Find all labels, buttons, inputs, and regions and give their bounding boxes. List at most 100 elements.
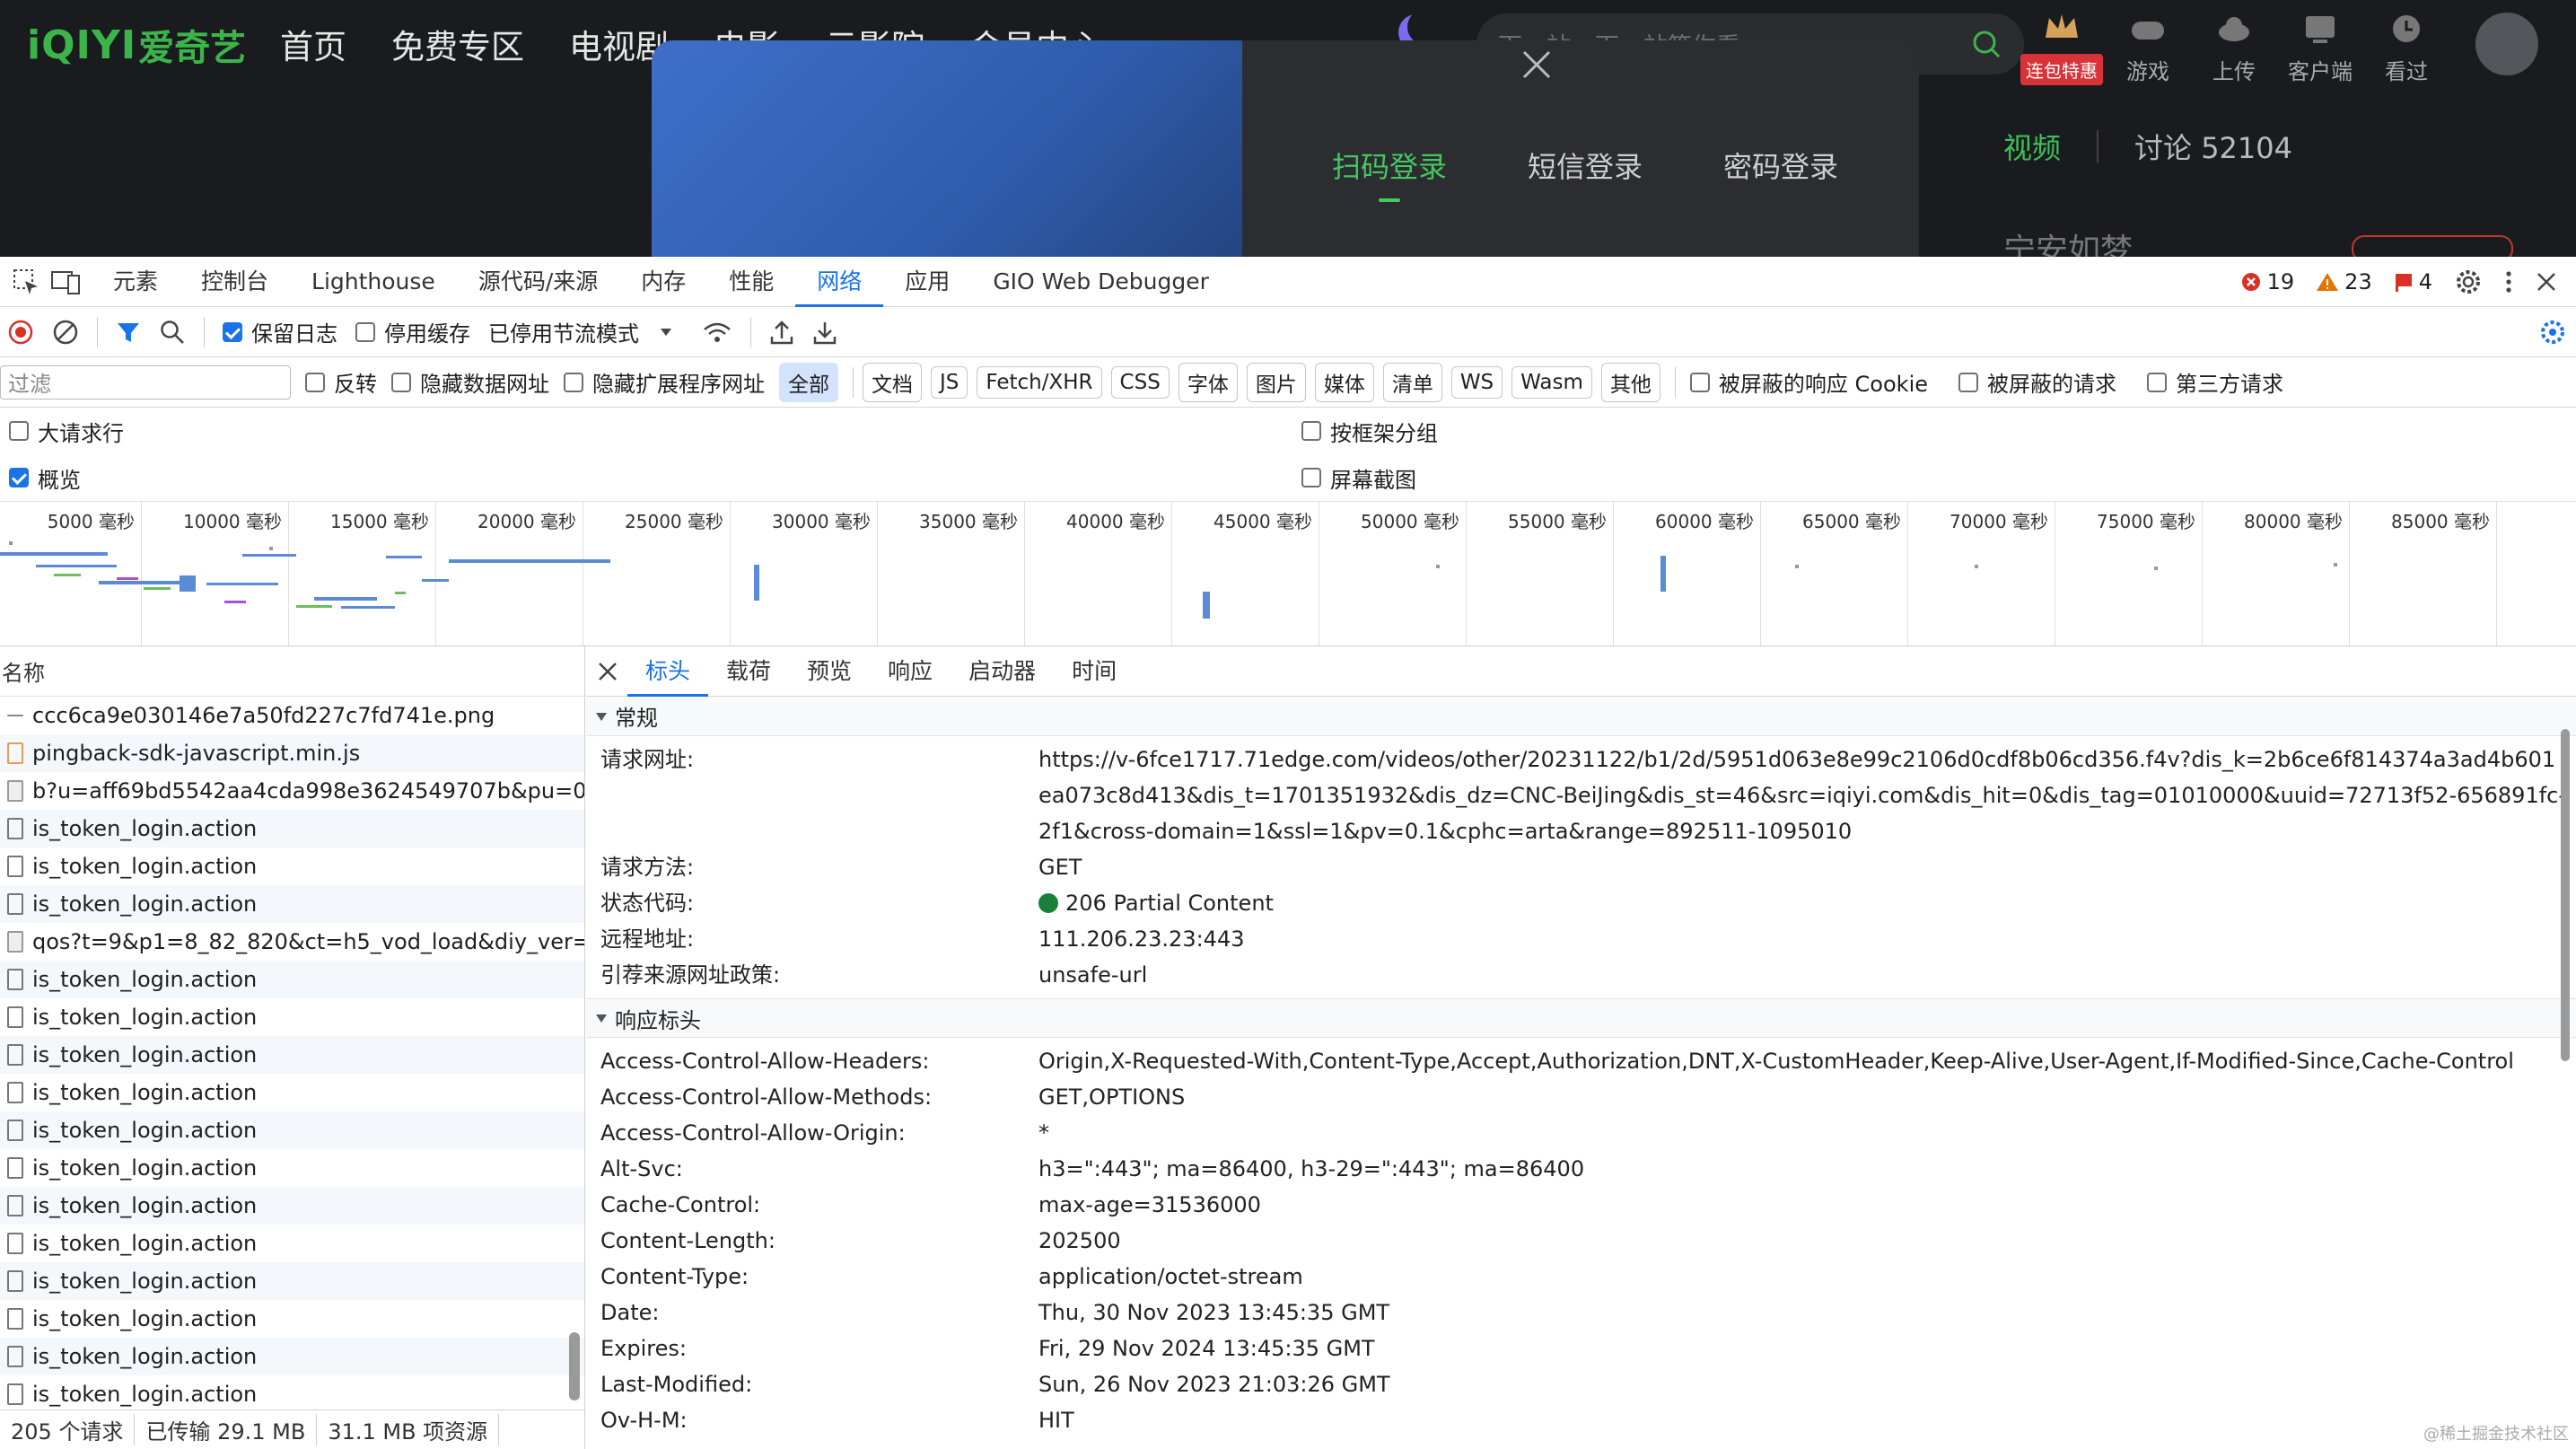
tab-sms-login[interactable]: 短信登录 — [1528, 145, 1643, 186]
screenshots-box[interactable] — [1301, 468, 1321, 487]
tab-memory[interactable]: 内存 — [619, 257, 707, 307]
invert-box[interactable] — [305, 372, 325, 392]
tab-preview[interactable]: 预览 — [789, 646, 870, 697]
tab-discussion[interactable]: 讨论 52104 — [2134, 126, 2292, 167]
request-row[interactable]: is_token_login.action — [0, 1225, 584, 1262]
request-row[interactable]: is_token_login.action — [0, 1111, 584, 1149]
third-party-box[interactable] — [2147, 372, 2168, 392]
request-row[interactable]: is_token_login.action — [0, 1300, 584, 1338]
import-har-icon[interactable] — [769, 319, 794, 346]
tab-application[interactable]: 应用 — [883, 257, 971, 307]
device-toolbar-icon[interactable] — [50, 267, 81, 297]
tab-headers[interactable]: 标头 — [627, 646, 709, 697]
group-by-frame-box[interactable] — [1301, 421, 1321, 441]
clear-log-icon[interactable] — [52, 319, 79, 346]
request-row[interactable]: pingback-sdk-javascript.min.js — [0, 734, 584, 772]
request-row[interactable]: is_token_login.action — [0, 810, 584, 847]
tab-network[interactable]: 网络 — [795, 257, 884, 307]
filter-funnel-icon[interactable] — [116, 320, 141, 345]
error-count[interactable]: 19 — [2240, 269, 2294, 294]
general-section-header[interactable]: 常规 — [586, 697, 2576, 736]
filter-type-wasm[interactable]: Wasm — [1511, 365, 1592, 399]
filter-type-all[interactable]: 全部 — [779, 362, 838, 402]
tab-sources[interactable]: 源代码/来源 — [457, 257, 619, 307]
nav-item-home[interactable]: 首页 — [280, 20, 346, 68]
hide-ext-urls-box[interactable] — [564, 372, 583, 392]
export-har-icon[interactable] — [812, 319, 837, 346]
filter-type-doc[interactable]: 文档 — [863, 362, 922, 402]
filter-type-css[interactable]: CSS — [1110, 365, 1170, 399]
response-header-value[interactable]: max-age=31536000 — [1038, 1187, 2576, 1223]
response-header-value[interactable]: 202500 — [1038, 1223, 2576, 1259]
overview-checkbox[interactable]: 概览 — [9, 462, 81, 494]
vip-promo[interactable]: 连包特惠 — [2020, 11, 2103, 85]
response-header-value[interactable]: application/octet-stream — [1038, 1259, 2576, 1295]
third-party-checkbox[interactable]: 第三方请求 — [2147, 366, 2283, 398]
upload-link[interactable]: 上传 — [2203, 11, 2265, 85]
throttle-select[interactable]: 已停用节流模式 — [488, 316, 684, 347]
blocked-requests-box[interactable] — [1958, 372, 1979, 392]
request-row[interactable]: is_token_login.action — [0, 1187, 584, 1225]
big-rows-checkbox[interactable]: 大请求行 — [9, 416, 124, 447]
tab-payload[interactable]: 载荷 — [708, 646, 789, 697]
dark-mode-icon[interactable] — [1407, 9, 1443, 45]
request-row[interactable]: ccc6ca9e030146e7a50fd227c7fd741e.png — [0, 697, 584, 734]
response-header-value[interactable]: Fri, 29 Nov 2024 13:45:35 GMT — [1038, 1330, 2576, 1366]
response-headers-section-header[interactable]: 响应标头 — [586, 998, 2576, 1038]
preserve-log-checkbox[interactable]: 保留日志 — [223, 316, 337, 347]
search-icon[interactable] — [1970, 28, 2002, 60]
hide-data-urls-box[interactable] — [391, 372, 411, 392]
filter-type-fetch-xhr[interactable]: Fetch/XHR — [977, 365, 1102, 399]
response-header-value[interactable]: Thu, 30 Nov 2023 13:45:35 GMT — [1038, 1295, 2576, 1330]
close-devtools-icon[interactable] — [2535, 270, 2558, 294]
tab-elements[interactable]: 元素 — [92, 257, 180, 307]
disable-cache-box[interactable] — [355, 321, 375, 342]
tab-timing[interactable]: 时间 — [1054, 646, 1135, 697]
request-row[interactable]: b?u=aff69bd5542aa4cda998e3624549707b&pu=… — [0, 772, 584, 810]
inspect-element-icon[interactable] — [11, 267, 41, 297]
iqiyi-logo[interactable]: iQIYI 爱奇艺 — [27, 18, 246, 72]
tab-initiator[interactable]: 启动器 — [951, 646, 1054, 697]
filter-type-js[interactable]: JS — [931, 365, 968, 399]
close-icon[interactable] — [1515, 43, 1558, 86]
request-row[interactable]: is_token_login.action — [0, 1375, 584, 1413]
issue-count[interactable]: 4 — [2394, 269, 2432, 294]
tab-gio-debugger[interactable]: GIO Web Debugger — [971, 257, 1231, 307]
preserve-log-box[interactable] — [223, 321, 242, 342]
big-rows-box[interactable] — [9, 421, 29, 441]
network-conditions-icon[interactable] — [702, 319, 732, 346]
tab-video[interactable]: 视频 — [2003, 126, 2061, 167]
hide-ext-urls-checkbox[interactable]: 隐藏扩展程序网址 — [564, 366, 765, 398]
blocked-cookies-checkbox[interactable]: 被屏蔽的响应 Cookie — [1689, 366, 1928, 398]
response-header-value[interactable]: * — [1038, 1115, 2576, 1151]
general-header-value[interactable]: unsafe-url — [1038, 957, 2576, 993]
tab-lighthouse[interactable]: Lighthouse — [290, 257, 457, 307]
request-row[interactable]: is_token_login.action — [0, 998, 584, 1036]
overview-box[interactable] — [9, 468, 29, 487]
more-options-icon[interactable] — [2504, 268, 2513, 295]
filter-type-image[interactable]: 图片 — [1246, 362, 1306, 402]
warning-count[interactable]: 23 — [2316, 269, 2372, 294]
filter-type-ws[interactable]: WS — [1450, 365, 1503, 399]
network-overview-timeline[interactable]: 5000 毫秒 10000 毫秒 15000 毫秒 20000 毫秒 25000 毫秒 3… — [0, 501, 2576, 646]
invert-checkbox[interactable]: 反转 — [305, 366, 377, 398]
games-link[interactable]: 游戏 — [2116, 11, 2179, 85]
general-header-value[interactable]: https://v-6fce1717.71edge.com/videos/oth… — [1038, 742, 2576, 849]
record-stop-icon[interactable] — [7, 319, 34, 346]
tab-password-login[interactable]: 密码登录 — [1723, 145, 1838, 186]
filter-type-manifest[interactable]: 清单 — [1382, 362, 1442, 402]
settings-gear-icon[interactable] — [2454, 268, 2483, 296]
general-header-value[interactable]: GET — [1038, 849, 2576, 885]
blocked-requests-checkbox[interactable]: 被屏蔽的请求 — [1958, 366, 2116, 398]
request-list-scrollbar[interactable] — [569, 1332, 580, 1401]
request-row[interactable]: is_token_login.action — [0, 1262, 584, 1300]
blocked-cookies-box[interactable] — [1689, 372, 1710, 392]
response-header-value[interactable]: Sun, 26 Nov 2023 21:03:26 GMT — [1038, 1366, 2576, 1402]
tab-console[interactable]: 控制台 — [180, 257, 290, 307]
request-row[interactable]: is_token_login.action — [0, 1338, 584, 1375]
request-row[interactable]: is_token_login.action — [0, 1074, 584, 1111]
request-row[interactable]: is_token_login.action — [0, 847, 584, 885]
response-header-value[interactable]: HIT — [1038, 1402, 2576, 1438]
filter-input[interactable]: 过滤 — [0, 364, 291, 400]
group-by-frame-checkbox[interactable]: 按框架分组 — [1301, 416, 1438, 447]
